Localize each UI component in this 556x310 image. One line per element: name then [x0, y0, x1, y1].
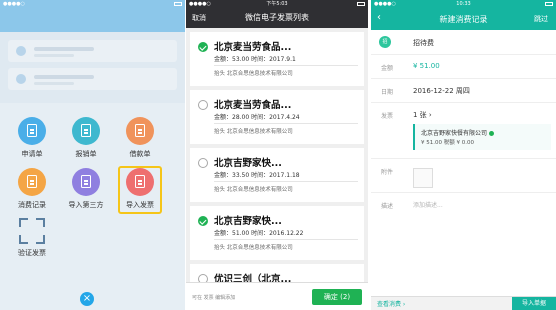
invoice-buyer: 抬头 北京合思信息技术有限公司	[214, 187, 293, 193]
skip-button[interactable]: 跳过	[534, 14, 548, 24]
import-document-button[interactable]: 导入单据	[512, 297, 556, 310]
status-time: 下午5:03	[266, 1, 288, 7]
date-field[interactable]: 2016-12-22 周四	[413, 86, 470, 96]
menu-item-loan[interactable]: 借款单	[118, 117, 162, 159]
loan-icon	[126, 117, 154, 145]
record-icon	[18, 168, 46, 196]
list-item	[8, 40, 177, 62]
footer-hint: 可在 发票 编辑添加	[192, 295, 236, 301]
attachment-label: 附件	[381, 169, 394, 176]
menu-item-expense-record[interactable]: 消费记录	[10, 168, 54, 210]
menu-item-reimbursement[interactable]: 报销单	[64, 117, 108, 159]
close-button[interactable]: ×	[80, 292, 94, 306]
nav-bar: 取消 微信电子发票列表	[186, 8, 368, 28]
document-icon	[18, 117, 46, 145]
menu-item-label: 报销单	[75, 150, 97, 158]
menu-item-label: 验证发票	[18, 249, 46, 257]
category-row[interactable]: 招 招待费	[371, 30, 556, 55]
launcher-panel: ●●●●○ 申请单 报销单 借款单 消费记录 导入第三方 导入发票 验证发票 ×	[0, 0, 185, 310]
battery-icon	[174, 2, 182, 6]
invoice-amount: 金额：53.00 时间：2017.9.1	[214, 56, 296, 63]
invoice-amount: 金额：28.00 时间：2017.4.24	[214, 114, 300, 121]
description-row[interactable]: 描述 添加描述...	[371, 192, 556, 216]
battery-icon	[545, 2, 553, 6]
invoice-name: 北京吉野家快...	[214, 216, 282, 227]
invoice-label: 发票	[381, 113, 394, 120]
verified-icon	[489, 131, 495, 136]
invoice-buyer: 抬头 北京合思信息技术有限公司	[214, 71, 293, 77]
invoice-buyer: 抬头 北京合思信息技术有限公司	[214, 245, 293, 251]
invoice-buyer: 抬头 北京合思信息技术有限公司	[214, 129, 293, 135]
description-input[interactable]: 添加描述...	[413, 200, 443, 209]
status-bar: ●●●●○	[0, 0, 185, 8]
checkbox-checked-icon[interactable]	[198, 42, 208, 52]
invoice-item[interactable]: 北京吉野家快... 金额：33.50 时间：2017.1.18 抬头 北京合思信…	[190, 148, 364, 202]
checkbox-empty-icon[interactable]	[198, 100, 208, 110]
page-title: 微信电子发票列表	[245, 13, 309, 22]
menu-item-label: 消费记录	[18, 201, 46, 209]
page-title: 新建消费记录	[439, 15, 488, 24]
bottom-bar: 查看消费 › 导入单据	[371, 296, 556, 310]
invoice-amount: 金额：33.50 时间：2017.1.18	[214, 172, 300, 179]
status-time: 10:33	[456, 1, 471, 7]
expense-form-panel: ●●●●○ 10:33 ‹ 新建消费记录 跳过 招 招待费 金额 ¥ 51.00…	[371, 0, 556, 310]
bottom-bar: 可在 发票 编辑添加 确定 (2)	[186, 282, 368, 310]
attachment-row: 附件	[371, 158, 556, 193]
invoice-amount: 金额：51.00 时间：2016.12.22	[214, 230, 304, 237]
invoice-item[interactable]: 北京麦当劳食品... 金额：28.00 时间：2017.4.24 抬头 北京合思…	[190, 90, 364, 144]
invoice-name: 北京麦当劳食品...	[214, 42, 292, 53]
menu-item-verify-invoice[interactable]: 验证发票	[10, 218, 54, 258]
highlight-frame	[118, 166, 162, 214]
confirm-button[interactable]: 确定 (2)	[312, 289, 362, 305]
attached-invoice-card[interactable]: 北京吉野家快餐有限公司 ¥ 51.00 税额 ¥ 0.00	[413, 124, 551, 150]
status-bar: ●●●●○ 下午5:03	[186, 0, 368, 8]
invoice-item[interactable]: 北京吉野家快... 金额：51.00 时间：2016.12.22 抬头 北京合思…	[190, 206, 364, 260]
invoice-card-title: 北京吉野家快餐有限公司	[421, 130, 488, 137]
menu-item-import-third-party[interactable]: 导入第三方	[64, 168, 108, 210]
menu-item-application[interactable]: 申请单	[10, 117, 54, 159]
receipt-icon	[72, 117, 100, 145]
invoice-name: 北京吉野家快...	[214, 158, 282, 169]
battery-icon	[357, 2, 365, 6]
import-icon	[72, 168, 100, 196]
date-label: 日期	[381, 89, 394, 96]
invoice-name: 北京麦当劳食品...	[214, 100, 292, 111]
invoice-item[interactable]: 北京麦当劳食品... 金额：53.00 时间：2017.9.1 抬头 北京合思信…	[190, 32, 364, 86]
invoice-card-values: ¥ 51.00 税额 ¥ 0.00	[421, 140, 474, 146]
invoice-count[interactable]: 1 张 ›	[413, 110, 432, 120]
status-bar: ●●●●○ 10:33	[371, 0, 556, 8]
checkbox-checked-icon[interactable]	[198, 216, 208, 226]
invoice-list-panel: ●●●●○ 下午5:03 取消 微信电子发票列表 北京麦当劳食品... 金额：5…	[186, 0, 368, 310]
list-item	[8, 68, 177, 90]
date-row[interactable]: 日期 2016-12-22 周四	[371, 78, 556, 103]
add-attachment-button[interactable]	[413, 168, 433, 188]
amount-field[interactable]: ¥ 51.00	[413, 62, 440, 70]
category-icon: 招	[379, 36, 391, 48]
scan-icon	[19, 218, 45, 244]
menu-item-label: 借款单	[129, 150, 151, 158]
app-header	[0, 8, 185, 32]
description-label: 描述	[381, 203, 394, 210]
nav-bar: ‹ 新建消费记录 跳过	[371, 8, 556, 30]
menu-item-label: 申请单	[21, 150, 43, 158]
menu-item-label: 导入第三方	[68, 201, 104, 209]
amount-row[interactable]: 金额 ¥ 51.00	[371, 54, 556, 79]
checkbox-empty-icon[interactable]	[198, 158, 208, 168]
category-value: 招待费	[413, 39, 434, 47]
amount-label: 金额	[381, 65, 394, 72]
view-expense-link[interactable]: 查看消费 ›	[377, 299, 405, 308]
